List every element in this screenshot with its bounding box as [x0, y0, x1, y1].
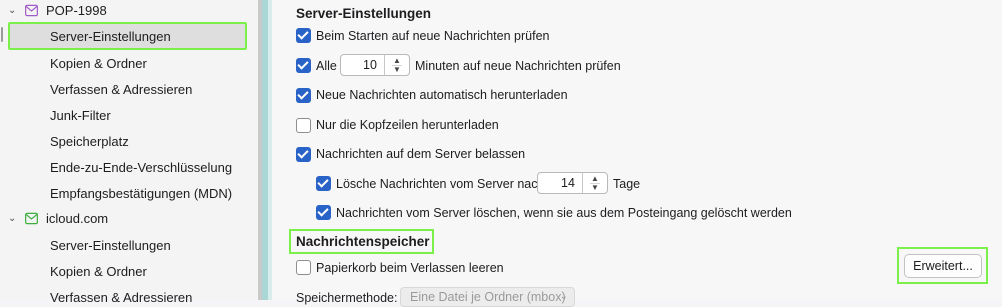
sidebar-scroll-indicator[interactable] — [1, 27, 3, 42]
delete-days-stepper[interactable]: 14 ▲ ▼ — [537, 172, 608, 194]
mail-account-icon — [25, 4, 38, 17]
empty-trash-checkbox[interactable] — [296, 260, 311, 275]
account-name: icloud.com — [46, 211, 109, 226]
chevron-down-icon: ⌄ — [559, 291, 568, 302]
leave-on-server-checkbox[interactable] — [296, 147, 311, 162]
delete-when-removed-checkbox[interactable] — [316, 205, 331, 220]
account-sidebar: ⌄ POP-1998 Server-Einstellungen Kopien &… — [0, 0, 258, 305]
delete-when-removed-label: Nachrichten vom Server löschen, wenn sie… — [336, 206, 792, 220]
leave-on-server-label: Nachrichten auf dem Server belassen — [316, 147, 526, 161]
check-every-suffix: Minuten auf neue Nachrichten prüfen — [415, 59, 621, 73]
storage-method-select[interactable]: Eine Datei je Ordner (mbox) ⌄ — [400, 287, 575, 307]
stepper-arrows[interactable]: ▲ ▼ — [384, 55, 409, 75]
section-title: Server-Einstellungen — [296, 6, 432, 21]
storage-method-value: Eine Datei je Ordner (mbox) — [410, 290, 566, 304]
storage-title: Nachrichtenspeicher — [296, 234, 430, 249]
settings-pane: Server-Einstellungen Beim Starten auf ne… — [272, 0, 1002, 307]
headers-only-checkbox[interactable] — [296, 118, 311, 133]
account-pop-1998[interactable]: ⌄ POP-1998 — [0, 1, 258, 21]
delete-after-suffix: Tage — [613, 177, 641, 191]
sidebar-item-kopien-ordner[interactable]: Kopien & Ordner — [50, 56, 147, 71]
check-every-checkbox[interactable] — [296, 58, 311, 73]
check-on-start-label: Beim Starten auf neue Nachrichten prüfen — [316, 29, 550, 43]
sidebar-item-junk-filter[interactable]: Junk-Filter — [50, 108, 111, 123]
sidebar-item-label: Server-Einstellungen — [50, 29, 171, 44]
sidebar-item-verfassen[interactable]: Verfassen & Adressieren — [50, 82, 192, 97]
stepper-arrows[interactable]: ▲ ▼ — [582, 173, 607, 193]
stepper-down-icon[interactable]: ▼ — [590, 183, 600, 192]
check-on-start-checkbox[interactable] — [296, 28, 311, 43]
stepper-down-icon[interactable]: ▼ — [392, 65, 402, 74]
sidebar-item-server-einstellungen[interactable]: Server-Einstellungen — [50, 238, 171, 253]
sidebar-item-verfassen[interactable]: Verfassen & Adressieren — [50, 290, 192, 305]
storage-method-label: Speichermethode: — [296, 291, 398, 305]
auto-download-checkbox[interactable] — [296, 88, 311, 103]
check-every-prefix: Alle — [316, 59, 337, 73]
delete-days-value[interactable]: 14 — [561, 176, 575, 190]
mail-account-icon — [25, 212, 38, 225]
check-interval-stepper[interactable]: 10 ▲ ▼ — [340, 54, 410, 76]
sidebar-item-mdn[interactable]: Empfangsbestätigungen (MDN) — [50, 186, 232, 201]
advanced-button[interactable]: Erweitert... — [904, 254, 982, 278]
sidebar-item-verschluesselung[interactable]: Ende-zu-Ende-Verschlüsselung — [50, 160, 232, 175]
chevron-down-icon[interactable]: ⌄ — [8, 214, 18, 224]
sidebar-item-server-einstellungen[interactable]: Server-Einstellungen — [8, 22, 247, 50]
chevron-down-icon[interactable]: ⌄ — [8, 6, 18, 16]
sidebar-item-speicherplatz[interactable]: Speicherplatz — [50, 134, 129, 149]
delete-after-prefix: Lösche Nachrichten vom Server nach — [336, 177, 545, 191]
delete-after-checkbox[interactable] — [316, 176, 331, 191]
empty-trash-label: Papierkorb beim Verlassen leeren — [316, 261, 504, 275]
account-name: POP-1998 — [46, 3, 107, 18]
headers-only-label: Nur die Kopfzeilen herunterladen — [316, 118, 499, 132]
account-icloud[interactable]: ⌄ icloud.com — [0, 209, 258, 229]
auto-download-label: Neue Nachrichten automatisch herunterlad… — [316, 88, 568, 102]
check-interval-value[interactable]: 10 — [363, 58, 377, 72]
sidebar-item-kopien-ordner[interactable]: Kopien & Ordner — [50, 264, 147, 279]
